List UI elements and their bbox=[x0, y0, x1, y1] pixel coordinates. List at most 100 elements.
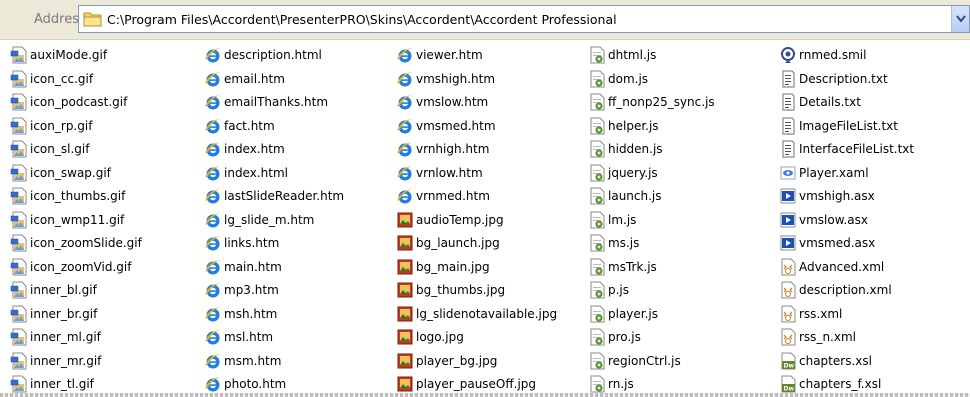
js-script-icon bbox=[588, 211, 606, 229]
ie-html-icon bbox=[204, 234, 222, 252]
gif-image-icon bbox=[10, 375, 28, 393]
xml-file-icon bbox=[779, 258, 797, 276]
file-name: email.htm bbox=[224, 71, 285, 86]
file-name: audioTemp.jpg bbox=[416, 212, 504, 227]
jpg-image-icon bbox=[396, 258, 414, 276]
file-name: icon_zoomSlide.gif bbox=[30, 236, 142, 250]
jpg-image-icon bbox=[396, 352, 414, 370]
file-name: icon_podcast.gif bbox=[30, 95, 128, 109]
file-name: pro.js bbox=[608, 330, 641, 344]
file-name: InterfaceFileList.txt bbox=[799, 142, 915, 156]
gif-image-icon bbox=[10, 46, 28, 64]
address-field[interactable]: C:\Program Files\Accordent\PresenterPRO\… bbox=[78, 5, 970, 33]
file-name: vrnmed.htm bbox=[416, 189, 490, 203]
address-dropdown-button[interactable] bbox=[951, 6, 969, 32]
file-name: icon_wmp11.gif bbox=[30, 212, 125, 227]
file-name: jquery.js bbox=[608, 165, 658, 180]
file-name: vrnhigh.htm bbox=[416, 142, 490, 156]
partial-row-strip bbox=[0, 393, 970, 397]
file-name: emailThanks.htm bbox=[224, 95, 329, 109]
file-name: Details.txt bbox=[799, 95, 861, 109]
file-name: Description.txt bbox=[799, 71, 888, 86]
file-name: hidden.js bbox=[608, 142, 663, 156]
file-name: icon_thumbs.gif bbox=[30, 189, 126, 203]
xml-file-icon bbox=[779, 328, 797, 346]
js-script-icon bbox=[588, 93, 606, 111]
file-name: vmslow.htm bbox=[416, 95, 489, 109]
file-name: lastSlideReader.htm bbox=[224, 189, 345, 203]
file-name: lm.js bbox=[608, 212, 637, 227]
file-name: ImageFileList.txt bbox=[799, 118, 898, 133]
ie-html-icon bbox=[396, 117, 414, 135]
file-name: vmslow.asx bbox=[799, 212, 868, 227]
ie-html-icon bbox=[396, 164, 414, 182]
js-script-icon bbox=[588, 46, 606, 64]
file-name: icon_zoomVid.gif bbox=[30, 259, 132, 274]
gif-image-icon bbox=[10, 70, 28, 88]
ie-html-icon bbox=[204, 164, 222, 182]
gif-image-icon bbox=[10, 117, 28, 135]
file-name: chapters_f.xsl bbox=[799, 377, 882, 391]
js-script-icon bbox=[588, 140, 606, 158]
file-name: icon_swap.gif bbox=[30, 165, 111, 180]
file-name: links.htm bbox=[224, 236, 280, 250]
file-name: msTrk.js bbox=[608, 259, 657, 274]
jpg-image-icon bbox=[396, 211, 414, 229]
ie-html-icon bbox=[396, 46, 414, 64]
file-name: mp3.htm bbox=[224, 283, 279, 297]
file-name: dom.js bbox=[608, 71, 649, 86]
gif-image-icon bbox=[10, 93, 28, 111]
asx-media-icon bbox=[779, 187, 797, 205]
js-script-icon bbox=[588, 258, 606, 276]
file-name: inner_tl.gif bbox=[30, 377, 94, 391]
file-name: viewer.htm bbox=[416, 48, 483, 62]
file-name: logo.jpg bbox=[416, 330, 464, 344]
xsl-dreamweaver-icon: Dw bbox=[779, 375, 797, 393]
file-list: auxiMode.gif icon_cc.gif icon_podcast.gif i… bbox=[0, 43, 970, 397]
jpg-image-icon bbox=[396, 234, 414, 252]
file-name: index.html bbox=[224, 165, 288, 180]
file-name: description.xml bbox=[799, 283, 892, 297]
address-path[interactable]: C:\Program Files\Accordent\PresenterPRO\… bbox=[107, 12, 617, 27]
ie-html-icon bbox=[396, 70, 414, 88]
js-script-icon bbox=[588, 281, 606, 299]
ie-html-icon bbox=[204, 187, 222, 205]
ie-html-icon bbox=[396, 187, 414, 205]
file-name: player_pauseOff.jpg bbox=[416, 377, 537, 391]
ie-html-icon bbox=[204, 281, 222, 299]
ie-html-icon bbox=[204, 258, 222, 276]
ie-html-icon bbox=[204, 93, 222, 111]
gif-image-icon bbox=[10, 281, 28, 299]
jpg-image-icon bbox=[396, 281, 414, 299]
file-name: vmsmed.asx bbox=[799, 236, 876, 250]
file-name: lg_slide_m.htm bbox=[224, 212, 315, 227]
xaml-icon bbox=[779, 164, 797, 182]
file-name: Player.xaml bbox=[799, 165, 869, 180]
file-name: player_bg.jpg bbox=[416, 353, 498, 368]
gif-image-icon bbox=[10, 164, 28, 182]
jpg-image-icon bbox=[396, 305, 414, 323]
file-name: regionCtrl.js bbox=[608, 353, 681, 368]
file-name: dhtml.js bbox=[608, 48, 657, 62]
file-name: launch.js bbox=[608, 189, 662, 203]
file-name: msh.htm bbox=[224, 306, 278, 321]
js-script-icon bbox=[588, 375, 606, 393]
gif-image-icon bbox=[10, 187, 28, 205]
file-name: ff_nonp25_sync.js bbox=[608, 95, 715, 109]
js-script-icon bbox=[588, 305, 606, 323]
ie-html-icon bbox=[204, 328, 222, 346]
file-name: inner_bl.gif bbox=[30, 283, 97, 297]
file-name: icon_sl.gif bbox=[30, 142, 90, 156]
file-name: inner_mr.gif bbox=[30, 353, 102, 368]
file-name: p.js bbox=[608, 283, 630, 297]
ie-html-icon bbox=[204, 46, 222, 64]
gif-image-icon bbox=[10, 234, 28, 252]
jpg-image-icon bbox=[396, 375, 414, 393]
file-name: vmshigh.htm bbox=[416, 71, 496, 86]
gif-image-icon bbox=[10, 140, 28, 158]
file-name: rnmed.smil bbox=[799, 48, 867, 62]
js-script-icon bbox=[588, 117, 606, 135]
svg-text:Dw: Dw bbox=[784, 362, 795, 369]
text-file-icon bbox=[779, 117, 797, 135]
chevron-down-icon bbox=[956, 15, 966, 23]
